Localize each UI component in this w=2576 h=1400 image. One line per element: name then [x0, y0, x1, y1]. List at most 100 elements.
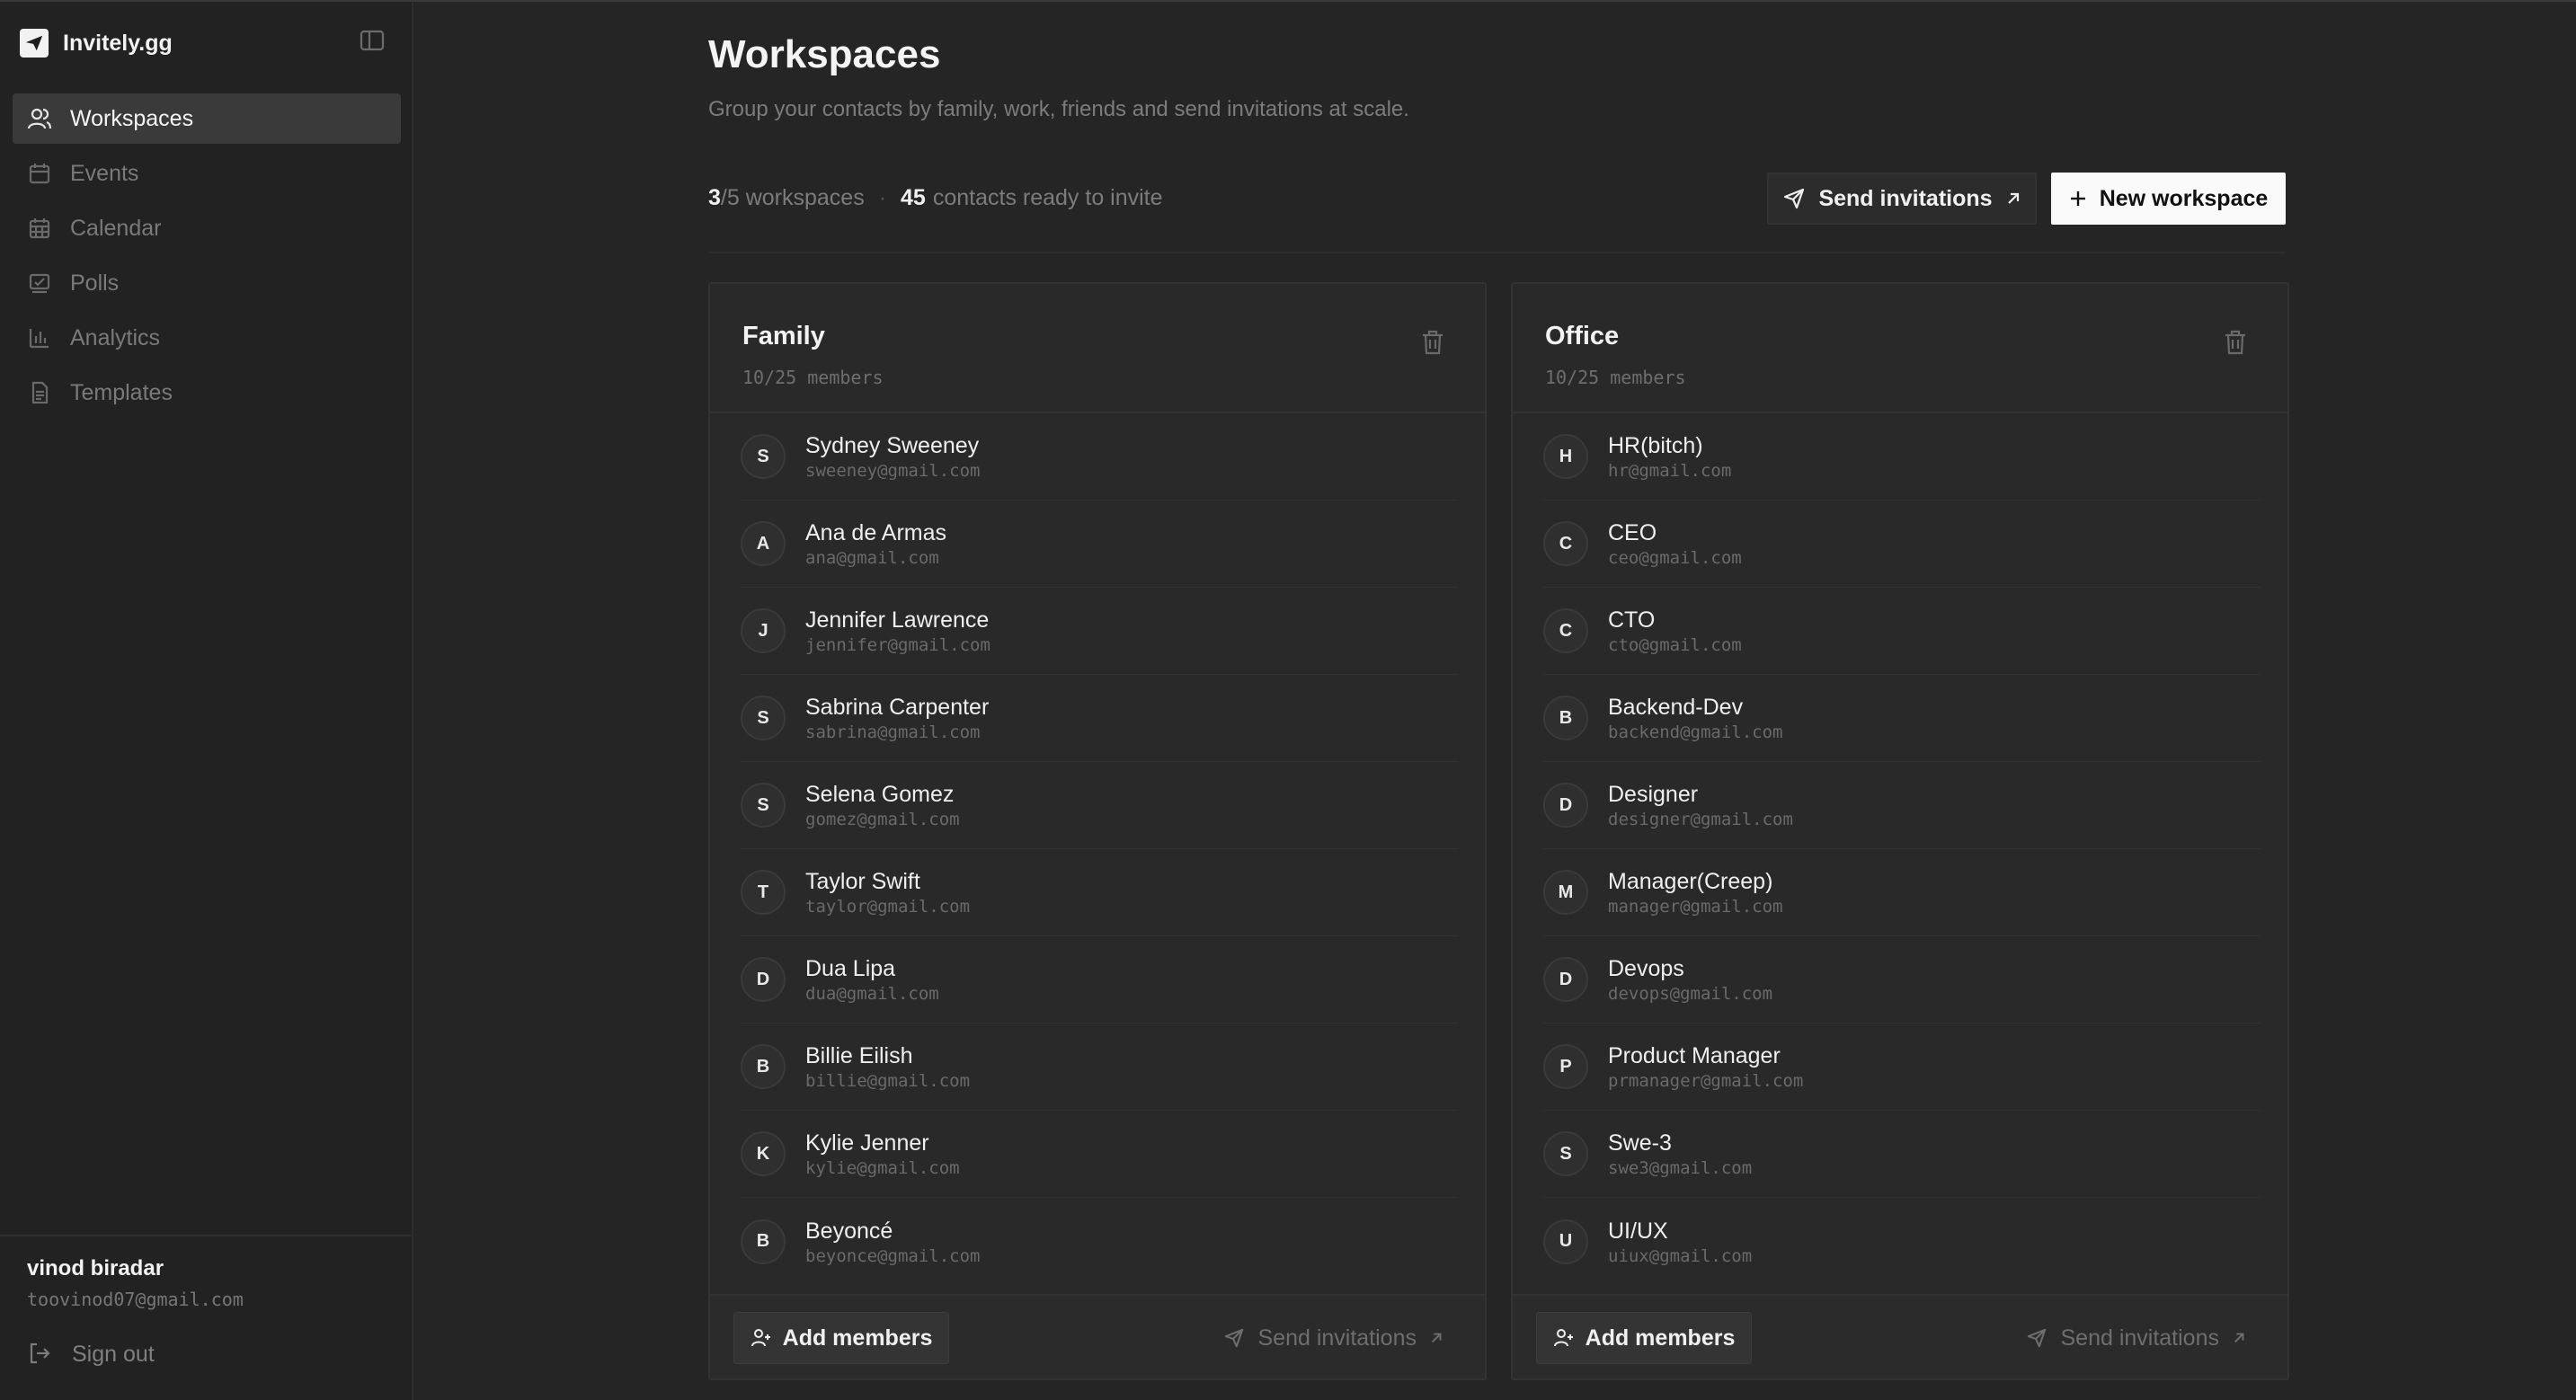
- avatar: K: [741, 1131, 786, 1176]
- member-name: Jennifer Lawrence: [805, 607, 990, 633]
- sidebar-item-label: Analytics: [70, 324, 161, 350]
- member-name: CEO: [1608, 520, 1657, 545]
- sidebar: Invitely.gg Workspaces Events Calendar P…: [0, 2, 413, 1400]
- list-item[interactable]: M Manager(Creep) manager@gmail.com: [1543, 849, 2261, 936]
- member-list: H HR(bitch) hr@gmail.com C CEO ceo@gmail.com…: [1513, 413, 2287, 1285]
- app-window: Invitely.gg Workspaces Events Calendar P…: [0, 0, 2576, 1400]
- sidebar-item-analytics[interactable]: Analytics: [13, 313, 401, 363]
- workspace-stats: 3 /5 workspaces · 45 contacts ready to i…: [708, 185, 1163, 211]
- contacts-count: 45: [901, 185, 926, 210]
- list-item[interactable]: A Ana de Armas ana@gmail.com: [741, 501, 1458, 588]
- sidebar-item-calendar[interactable]: Calendar: [13, 203, 401, 253]
- avatar: S: [741, 434, 786, 479]
- list-item[interactable]: S Selena Gomez gomez@gmail.com: [741, 762, 1458, 849]
- arrow-up-right-icon: [2005, 191, 2021, 207]
- list-item[interactable]: B Beyoncé beyonce@gmail.com: [741, 1198, 1458, 1285]
- send-invitations-button[interactable]: Send invitations: [1767, 173, 2037, 225]
- avatar: M: [1543, 870, 1588, 915]
- member-name: Swe-3: [1608, 1130, 1672, 1156]
- member-name: Kylie Jenner: [805, 1130, 929, 1156]
- avatar: B: [741, 1218, 786, 1264]
- avatar: S: [1543, 1131, 1588, 1176]
- member-name: Beyoncé: [805, 1218, 893, 1244]
- brand[interactable]: Invitely.gg: [20, 25, 173, 61]
- member-name: UI/UX: [1608, 1218, 1668, 1244]
- member-email: ceo@gmail.com: [1608, 548, 1742, 568]
- sidebar-item-templates[interactable]: Templates: [13, 368, 401, 418]
- send-invitations-label: Send invitations: [1818, 185, 1993, 211]
- workspace-card-footer: Add members Send invitations: [1513, 1294, 2287, 1378]
- send-invitations-label: Send invitations: [2060, 1325, 2219, 1351]
- sidebar-item-label: Calendar: [70, 215, 162, 241]
- send-invitations-label: Send invitations: [1257, 1325, 1417, 1351]
- workspace-card-header: Family 10/25 members: [710, 284, 1485, 413]
- list-item[interactable]: S Sydney Sweeney sweeney@gmail.com: [741, 413, 1458, 501]
- list-item[interactable]: H HR(bitch) hr@gmail.com: [1543, 413, 2261, 501]
- send-invitations-button[interactable]: Send invitations: [1223, 1312, 1443, 1364]
- avatar: H: [1543, 434, 1588, 479]
- list-item[interactable]: D Designer designer@gmail.com: [1543, 762, 2261, 849]
- sign-out-button[interactable]: Sign out: [27, 1341, 155, 1368]
- avatar: D: [741, 957, 786, 1002]
- member-email: billie@gmail.com: [805, 1071, 971, 1091]
- add-members-button[interactable]: Add members: [1536, 1312, 1752, 1364]
- list-item[interactable]: B Backend-Dev backend@gmail.com: [1543, 675, 2261, 762]
- user-profile[interactable]: vinod biradar toovinod07@gmail.com: [0, 1235, 412, 1330]
- sidebar-item-workspaces[interactable]: Workspaces: [13, 93, 401, 144]
- member-email: designer@gmail.com: [1608, 810, 1793, 829]
- member-email: hr@gmail.com: [1608, 461, 1732, 481]
- trash-icon[interactable]: [2223, 329, 2252, 358]
- workspace-card-office: Office 10/25 members H HR(bitch) hr@gmail.…: [1511, 282, 2289, 1380]
- page-subtitle: Group your contacts by family, work, fri…: [708, 97, 1409, 121]
- sidebar-item-label: Polls: [70, 270, 120, 296]
- list-item[interactable]: D Dua Lipa dua@gmail.com: [741, 936, 1458, 1023]
- add-members-label: Add members: [782, 1325, 933, 1351]
- list-item[interactable]: C CEO ceo@gmail.com: [1543, 501, 2261, 588]
- sidebar-toggle-icon[interactable]: [360, 29, 388, 56]
- trash-icon[interactable]: [1420, 329, 1449, 358]
- member-name: Billie Eilish: [805, 1043, 913, 1068]
- avatar: C: [1543, 608, 1588, 653]
- new-workspace-label: New workspace: [2099, 185, 2269, 211]
- user-plus-icon: [1553, 1327, 1575, 1349]
- member-email: kylie@gmail.com: [805, 1158, 960, 1178]
- bar-chart-icon: [27, 325, 52, 350]
- list-item[interactable]: J Jennifer Lawrence jennifer@gmail.com: [741, 588, 1458, 675]
- send-icon: [1223, 1327, 1245, 1349]
- list-item[interactable]: S Sabrina Carpenter sabrina@gmail.com: [741, 675, 1458, 762]
- send-invitations-button[interactable]: Send invitations: [2026, 1312, 2246, 1364]
- new-workspace-button[interactable]: New workspace: [2051, 173, 2286, 225]
- list-item[interactable]: S Swe-3 swe3@gmail.com: [1543, 1111, 2261, 1198]
- member-name: Devops: [1608, 956, 1684, 981]
- list-item[interactable]: T Taylor Swift taylor@gmail.com: [741, 849, 1458, 936]
- member-email: sweeney@gmail.com: [805, 461, 981, 481]
- list-item[interactable]: D Devops devops@gmail.com: [1543, 936, 2261, 1023]
- avatar: A: [741, 521, 786, 566]
- avatar: S: [741, 696, 786, 740]
- sidebar-item-polls[interactable]: Polls: [13, 258, 401, 308]
- avatar: T: [741, 870, 786, 915]
- member-email: uiux@gmail.com: [1608, 1245, 1753, 1266]
- member-email: dua@gmail.com: [805, 984, 939, 1004]
- avatar: U: [1543, 1218, 1588, 1264]
- add-members-button[interactable]: Add members: [733, 1312, 949, 1364]
- member-email: beyonce@gmail.com: [805, 1245, 981, 1266]
- list-item[interactable]: C CTO cto@gmail.com: [1543, 588, 2261, 675]
- member-name: Selena Gomez: [805, 782, 955, 807]
- sidebar-item-label: Workspaces: [70, 105, 194, 131]
- member-name: Manager(Creep): [1608, 869, 1773, 894]
- list-item[interactable]: B Billie Eilish billie@gmail.com: [741, 1023, 1458, 1111]
- workspace-card-family: Family 10/25 members S Sydney Sweeney swee…: [708, 282, 1487, 1380]
- sidebar-item-events[interactable]: Events: [13, 148, 401, 199]
- list-item[interactable]: U UI/UX uiux@gmail.com: [1543, 1198, 2261, 1285]
- avatar: P: [1543, 1044, 1588, 1089]
- list-item[interactable]: P Product Manager prmanager@gmail.com: [1543, 1023, 2261, 1111]
- member-name: Ana de Armas: [805, 520, 947, 545]
- contacts-label: contacts ready to invite: [932, 185, 1163, 210]
- calendar-grid-icon: [27, 216, 52, 241]
- member-email: taylor@gmail.com: [805, 897, 971, 917]
- member-email: backend@gmail.com: [1608, 722, 1783, 742]
- member-email: cto@gmail.com: [1608, 635, 1742, 655]
- list-item[interactable]: K Kylie Jenner kylie@gmail.com: [741, 1111, 1458, 1198]
- member-name: CTO: [1608, 607, 1656, 633]
